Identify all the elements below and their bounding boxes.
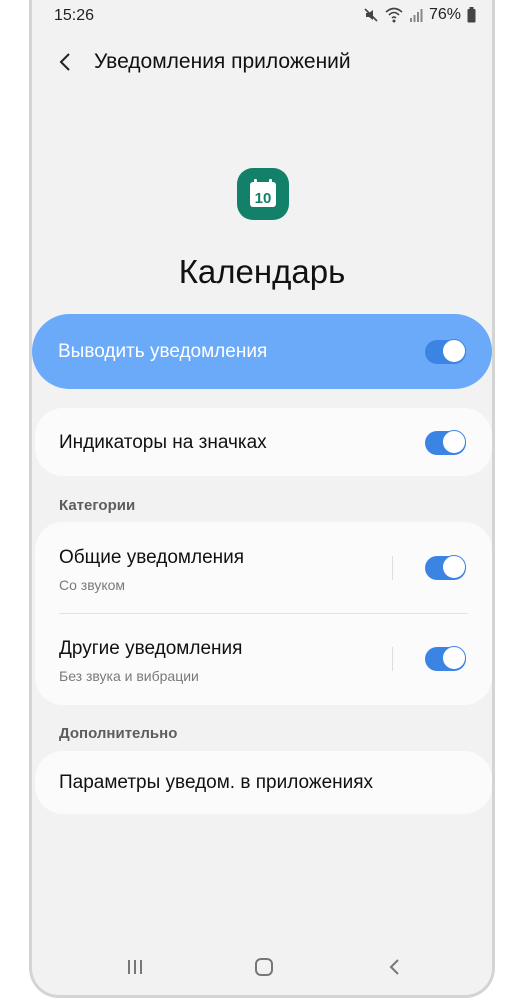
calendar-icon: 10 bbox=[237, 168, 289, 220]
badges-row[interactable]: Индикаторы на значках bbox=[35, 408, 492, 476]
app-notification-settings-label: Параметры уведом. в приложениях bbox=[59, 772, 374, 793]
badges-toggle[interactable] bbox=[425, 430, 466, 455]
row-divider bbox=[59, 613, 468, 614]
section-categories: Категории bbox=[59, 497, 136, 514]
recents-icon[interactable] bbox=[125, 957, 145, 977]
toggle-knob bbox=[442, 339, 466, 363]
status-bar: 15:26 76% bbox=[32, 0, 492, 30]
status-time: 15:26 bbox=[54, 7, 95, 24]
section-advanced: Дополнительно bbox=[59, 725, 178, 742]
general-notifications-sub: Со звуком bbox=[59, 577, 126, 593]
divider bbox=[392, 647, 393, 671]
show-notifications-toggle[interactable] bbox=[425, 339, 466, 364]
page-title: Уведомления приложений bbox=[94, 50, 351, 73]
battery-percent: 76% bbox=[428, 6, 461, 23]
signal-icon bbox=[409, 9, 423, 22]
nav-back-icon[interactable] bbox=[385, 957, 405, 977]
calendar-icon-day: 10 bbox=[255, 190, 272, 207]
divider bbox=[392, 556, 393, 580]
battery-icon bbox=[467, 7, 476, 23]
badges-label: Индикаторы на значках bbox=[59, 432, 267, 453]
show-notifications-label: Выводить уведомления bbox=[58, 341, 268, 362]
general-notifications-label: Общие уведомления bbox=[59, 547, 245, 568]
other-notifications-toggle[interactable] bbox=[425, 646, 466, 671]
toggle-knob bbox=[442, 646, 466, 670]
phone-screen: 15:26 76% Уведомления приложений 10 Кале… bbox=[29, 0, 495, 998]
navigation-bar bbox=[32, 953, 492, 983]
other-notifications-label: Другие уведомления bbox=[59, 638, 243, 659]
app-name: Календарь bbox=[178, 253, 346, 290]
back-arrow-icon[interactable] bbox=[54, 50, 78, 74]
toggle-knob bbox=[442, 430, 466, 454]
status-icons: 76% bbox=[363, 6, 476, 24]
show-notifications-row[interactable]: Выводить уведомления bbox=[32, 314, 492, 389]
app-notification-settings-row[interactable]: Параметры уведом. в приложениях bbox=[35, 751, 492, 814]
categories-card: Общие уведомления Со звуком Другие уведо… bbox=[35, 522, 492, 705]
mute-icon bbox=[364, 8, 378, 22]
wifi-icon bbox=[385, 7, 403, 23]
general-notifications-toggle[interactable] bbox=[425, 555, 466, 580]
home-icon[interactable] bbox=[254, 957, 274, 977]
other-notifications-sub: Без звука и вибрации bbox=[59, 668, 199, 684]
toggle-knob bbox=[442, 555, 466, 579]
